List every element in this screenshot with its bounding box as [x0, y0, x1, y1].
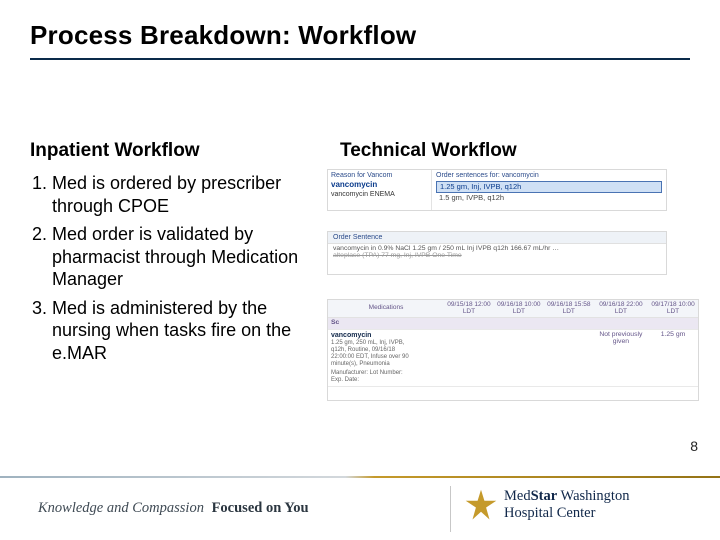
footer-logo: MedStar Washington Hospital Center: [464, 486, 704, 532]
med-detail: 1.25 gm, 250 mL, Inj, IVPB,: [331, 340, 441, 347]
inpatient-list: Med is ordered by prescriber through CPO…: [30, 172, 330, 364]
title-underline: [30, 58, 690, 60]
table-row: 1.25 gm, Inj, IVPB, q12h: [436, 181, 662, 193]
table-row-struck: alteplase (TPA) 77 mg, Inj, IVPB One Tim…: [333, 253, 661, 260]
table-row: vancomycin 1.25 gm, 250 mL, Inj, IVPB, q…: [328, 329, 698, 386]
table-section: Sc: [328, 318, 698, 330]
footer-tagline: Knowledge and Compassion Focused on You: [38, 500, 309, 517]
drug-name: vancomycin: [331, 332, 441, 340]
section-label: Sc: [328, 318, 698, 330]
reason-label: Reason for Vancom: [331, 172, 428, 179]
list-item: Med order is validated by pharmacist thr…: [52, 223, 330, 291]
med-detail: q12h, Routine, 09/16/18: [331, 347, 441, 354]
table-row: 1.5 gm, IVPB, q12h: [436, 194, 662, 202]
emar-cell: 1.25 gm: [648, 329, 698, 386]
screenshot-order-sentence-detail: Order Sentence vancomycin in 0.9% NaCl 1…: [328, 232, 666, 274]
slide: Process Breakdown: Workflow Inpatient Wo…: [0, 0, 720, 540]
brand-med: Med: [504, 488, 531, 504]
col-head: 09/16/18 15:58 LDT: [544, 300, 594, 318]
col-head: 09/15/18 12:00 LDT: [444, 300, 494, 318]
list-item: Med is administered by the nursing when …: [52, 297, 330, 365]
med-cell: vancomycin 1.25 gm, 250 mL, Inj, IVPB, q…: [328, 329, 444, 386]
tagline-bold: Focused on You: [212, 500, 309, 516]
med-detail: Exp. Date:: [331, 377, 441, 384]
page-number: 8: [690, 438, 698, 454]
shot2-head: Order Sentence: [328, 232, 666, 244]
tagline-italic: Knowledge and Compassion: [38, 500, 204, 516]
drug-name: vancomycin: [331, 181, 428, 189]
emar-cell: [544, 329, 594, 386]
emar-cell: Not previously given: [594, 329, 648, 386]
shot2-lines: vancomycin in 0.9% NaCl 1.25 gm / 250 mL…: [328, 244, 666, 262]
list-item: Med is ordered by prescriber through CPO…: [52, 172, 330, 217]
brand-text: MedStar Washington Hospital Center: [504, 488, 629, 521]
sentences-label: Order sentences for: vancomycin: [436, 172, 662, 179]
table-header-row: Medications 09/15/18 12:00 LDT 09/16/18 …: [328, 300, 698, 318]
emar-table: Medications 09/15/18 12:00 LDT 09/16/18 …: [328, 300, 698, 387]
left-heading: Inpatient Workflow: [30, 140, 330, 162]
drug-name: vancomycin ENEMA: [331, 191, 428, 198]
shot1-right-panel: Order sentences for: vancomycin 1.25 gm,…: [432, 170, 666, 210]
col-head: Medications: [328, 300, 444, 318]
screenshot-emar: Medications 09/15/18 12:00 LDT 09/16/18 …: [328, 300, 698, 400]
brand-hospital-center: Hospital Center: [504, 505, 595, 521]
shot1-left-panel: Reason for Vancom vancomycin vancomycin …: [328, 170, 432, 210]
brand-washington: Washington: [557, 488, 629, 504]
med-detail: 22:00:00 EDT, Infuse over 90: [331, 354, 441, 361]
footer-divider: [0, 476, 720, 478]
screenshot-order-sentences: Reason for Vancom vancomycin vancomycin …: [328, 170, 666, 210]
left-column: Inpatient Workflow Med is ordered by pre…: [30, 140, 330, 370]
med-detail: Manufacturer: Lot Number:: [331, 370, 441, 377]
star-icon: [464, 488, 498, 522]
emar-cell: [444, 329, 494, 386]
footer-vertical-divider: [450, 486, 451, 532]
footer: Knowledge and Compassion Focused on You …: [0, 476, 720, 540]
med-detail: minute(s), Pneumonia: [331, 361, 441, 368]
brand-star: Star: [531, 488, 558, 504]
col-head: 09/17/18 10:00 LDT: [648, 300, 698, 318]
col-head: 09/16/18 10:00 LDT: [494, 300, 544, 318]
emar-cell: [494, 329, 544, 386]
col-head: 09/16/18 22:00 LDT: [594, 300, 648, 318]
slide-title: Process Breakdown: Workflow: [30, 20, 416, 51]
right-heading: Technical Workflow: [340, 140, 517, 162]
